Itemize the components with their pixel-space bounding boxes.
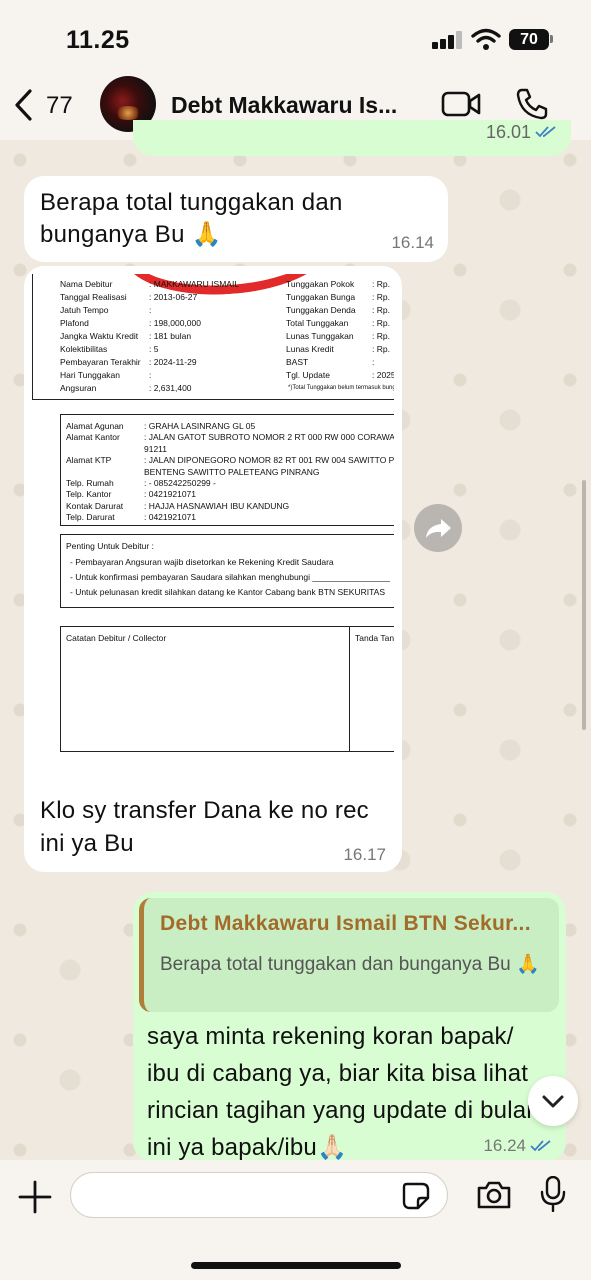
doc-field-value: : 2024-11-29 (149, 357, 197, 367)
doc-field-label: Alamat KTP (66, 455, 112, 466)
doc-field-label: Jangka Waktu Kredit (60, 331, 139, 341)
doc-field-value: : Rp. (372, 305, 390, 315)
camera-icon[interactable] (476, 1180, 512, 1210)
document-photo[interactable]: Nama Debitur : MAKKAWARU ISMAIL Tanggal Re… (32, 274, 394, 774)
cellular-signal-icon (432, 31, 464, 49)
doc-field-value: : 5 (149, 344, 159, 354)
doc-field-label: Jatuh Tempo (60, 305, 109, 315)
chevron-down-icon (542, 1095, 564, 1108)
quoted-text: Berapa total tunggakan dan bunganya Bu 🙏 (160, 954, 540, 975)
doc-field-value: : Rp. (372, 318, 390, 328)
message-bubble-incoming[interactable]: Berapa total tunggakan dan bunganya Bu 🙏… (24, 176, 448, 262)
doc-field-value: : 198,000,000 (149, 318, 201, 328)
doc-field-value: : 181 bulan (149, 331, 192, 341)
doc-notice-item: - Untuk konfirmasi pembayaran Saudara si… (70, 572, 390, 582)
doc-notes-label: Catatan Debitur / Collector (66, 633, 167, 643)
quoted-message[interactable]: Debt Makkawaru Ismail BTN Sekur... Berap… (139, 898, 559, 1012)
doc-field-value: : 0421921071 (144, 512, 196, 523)
doc-field-value: : (149, 305, 152, 315)
doc-field-value: : Rp. (372, 344, 390, 354)
scrollbar[interactable] (582, 480, 586, 730)
contact-name[interactable]: Debt Makkawaru Is... (171, 92, 416, 119)
doc-field-value: : Rp. (372, 292, 390, 302)
doc-field-value: : Rp. (372, 279, 390, 289)
message-time: 16.24 (483, 1136, 526, 1155)
home-indicator (191, 1262, 401, 1269)
doc-field-value: : MAKKAWARU ISMAIL (149, 279, 240, 289)
doc-field-label: Tunggakan Denda (286, 305, 356, 315)
message-composer (0, 1160, 591, 1280)
doc-notice-item: - Untuk pelunasan kredit silahkan datang… (70, 587, 385, 597)
forward-icon (426, 519, 451, 538)
status-bar: 11.25 70 (0, 0, 591, 72)
message-bubble-outgoing-reply[interactable]: Debt Makkawaru Ismail BTN Sekur... Berap… (133, 892, 566, 1162)
doc-field-label: Pembayaran Terakhir (60, 357, 141, 367)
message-time: 16.14 (391, 233, 434, 252)
read-receipt-icon (530, 1140, 551, 1152)
doc-field-label: Hari Tunggakan (60, 370, 121, 380)
message-bubble-incoming-image[interactable]: Nama Debitur : MAKKAWARU ISMAIL Tanggal Re… (24, 266, 402, 872)
doc-footnote: *)Total Tunggakan belum termasuk bunga (288, 385, 394, 391)
message-time: 16.17 (343, 845, 386, 864)
scroll-to-bottom-button[interactable] (528, 1076, 578, 1126)
message-text: Klo sy transfer Dana ke no rec ini ya Bu (40, 797, 369, 857)
forward-button[interactable] (414, 504, 462, 552)
message-input[interactable] (70, 1172, 448, 1218)
message-bubble-outgoing-previous[interactable]: 16.01 (133, 120, 571, 156)
doc-field-label: Lunas Tunggakan (286, 331, 354, 341)
doc-field-label: Kolektibilitas (60, 344, 108, 354)
sticker-icon[interactable] (402, 1182, 430, 1210)
doc-field-label: Plafond (60, 318, 89, 328)
doc-field-value: : 2,631,400 (149, 383, 192, 393)
doc-notes-box (60, 626, 350, 752)
doc-signature-label: Tanda Tang (355, 633, 394, 643)
message-time: 16.01 (485, 122, 531, 142)
chevron-left-icon[interactable] (12, 88, 34, 122)
doc-field-label: Telp. Darurat (66, 512, 115, 523)
phone-icon[interactable] (515, 87, 549, 121)
doc-field-label: Total Tunggakan (286, 318, 349, 328)
plus-icon[interactable] (18, 1180, 52, 1214)
doc-field-label: Angsuran (60, 383, 97, 393)
doc-field-value: : Rp. (372, 331, 390, 341)
doc-field-value: : 2025 (372, 370, 394, 380)
doc-field-label: Tunggakan Bunga (286, 292, 356, 302)
doc-field-label: Lunas Kredit (286, 344, 334, 354)
battery-icon: 70 (509, 29, 549, 50)
status-time: 11.25 (66, 26, 130, 54)
doc-field-label: Alamat Kantor (66, 432, 120, 443)
doc-signature-box (349, 626, 394, 752)
quoted-author: Debt Makkawaru Ismail BTN Sekur... (160, 912, 531, 935)
microphone-icon[interactable] (540, 1176, 566, 1212)
doc-field-label: Tunggakan Pokok (286, 279, 355, 289)
doc-field-value: : 2013-06-27 (149, 292, 198, 302)
doc-field-label: Tgl. Update (286, 370, 330, 380)
doc-notice-title: Penting Untuk Debitur : (66, 541, 154, 551)
doc-field-label: Tanggal Realisasi (60, 292, 127, 302)
video-call-icon[interactable] (441, 91, 481, 117)
read-receipt-icon (535, 126, 556, 138)
battery-tip (550, 35, 553, 43)
wifi-icon (471, 28, 501, 50)
doc-field-label: Nama Debitur (60, 279, 113, 289)
doc-field-value: : (149, 370, 152, 380)
message-text: Berapa total tunggakan dan bunganya Bu 🙏 (40, 189, 343, 248)
doc-field-value: : (372, 357, 375, 367)
doc-notice-item: - Pembayaran Angsuran wajib disetorkan k… (70, 557, 334, 567)
unread-count[interactable]: 77 (46, 92, 73, 120)
doc-field-label: BAST (286, 357, 309, 367)
